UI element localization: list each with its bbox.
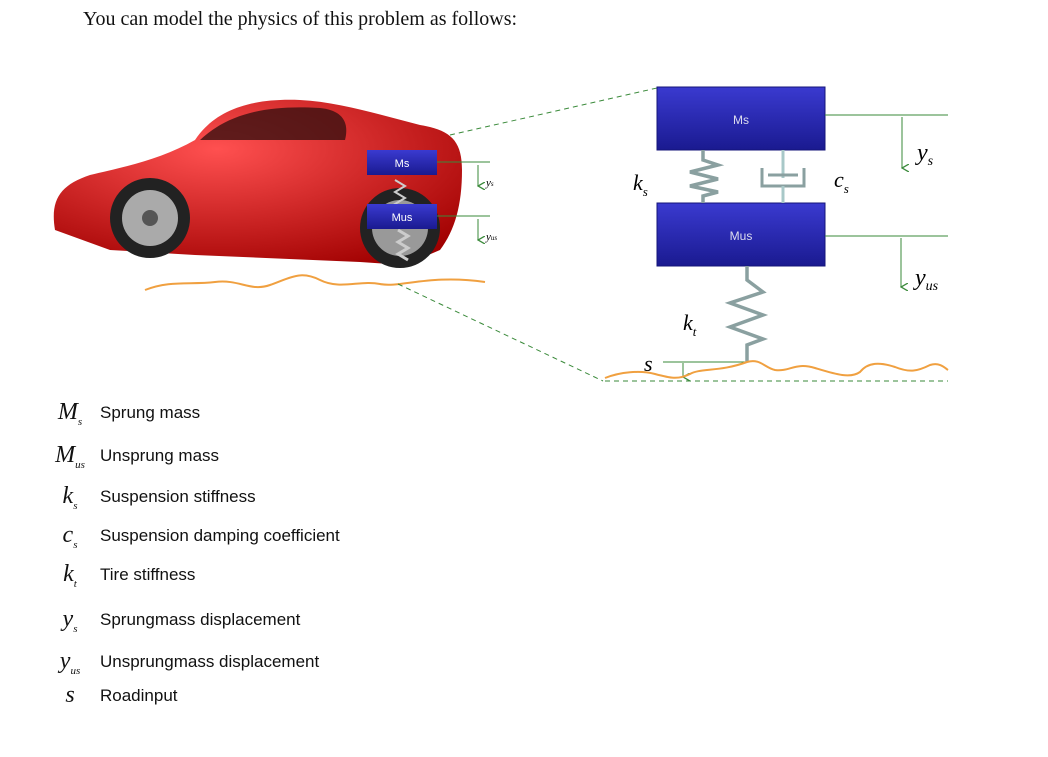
car-ys-label: ys: [485, 177, 494, 189]
legend-item: yus Unsprungmass displacement: [59, 647, 320, 677]
car-road-line: [144, 274, 486, 291]
legend-item: s Roadinput: [65, 681, 178, 708]
kt-label: kt: [683, 310, 697, 339]
tire-spring: [724, 266, 769, 362]
suspension-spring: [689, 150, 725, 203]
car-unsprung-mass-label: Mus: [392, 212, 413, 224]
car-illustration: [53, 99, 463, 268]
ks-label: ks: [633, 170, 648, 199]
legend-item: ys Sprungmass displacement: [62, 605, 301, 635]
ys-label: ys: [915, 140, 934, 169]
legend-item: cs Suspension damping coefficient: [62, 521, 340, 551]
legend-item: Ms Sprung mass: [57, 398, 201, 428]
legend-item: ks Suspension stiffness: [62, 482, 256, 512]
car-sprung-mass-label: Ms: [395, 158, 410, 170]
zoom-connector-bottom: [397, 283, 604, 382]
car-yus-label: yus: [485, 231, 497, 243]
cs-label: cs: [834, 167, 849, 196]
zoom-connector-top: [449, 87, 658, 136]
suspension-damper: [760, 150, 806, 203]
yus-label: yus: [913, 265, 939, 294]
sprung-mass-label: Ms: [733, 113, 749, 127]
road-profile: [604, 360, 949, 379]
suspension-diagram: Ms Mus ys yus Ms Mus ks cs kt ys yus s: [53, 86, 949, 382]
unsprung-mass-label: Mus: [730, 229, 753, 243]
legend-item: kt Tire stiffness: [63, 560, 196, 590]
legend-item: Mus Unsprung mass: [55, 441, 220, 471]
